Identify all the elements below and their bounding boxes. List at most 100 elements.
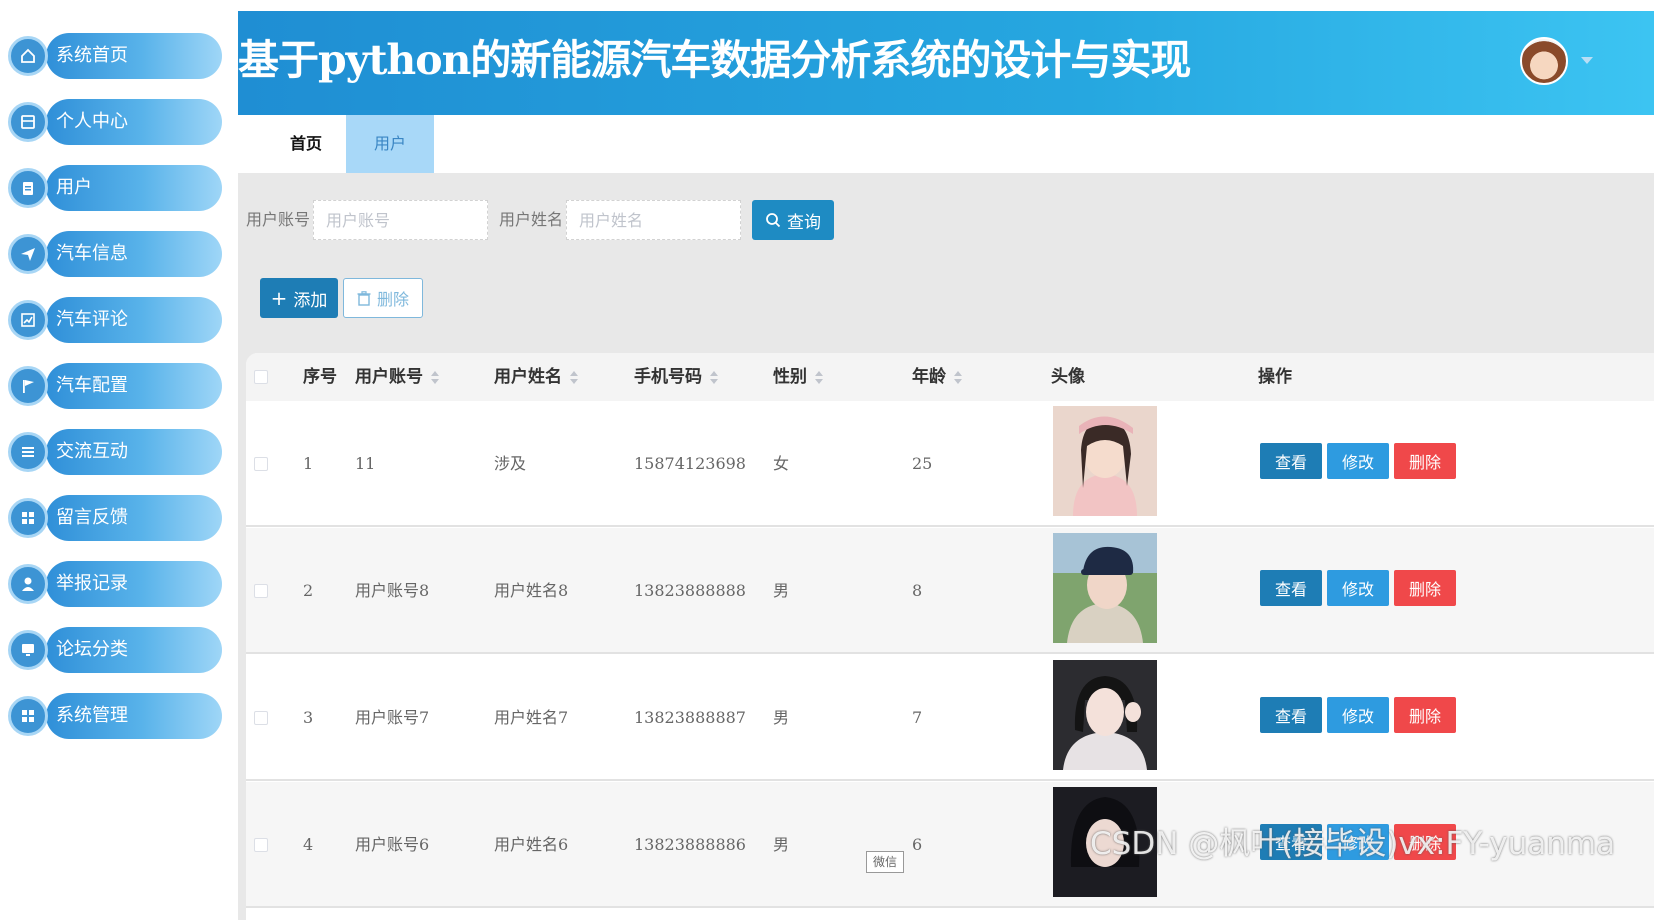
cell-account: 用户账号6 — [355, 835, 430, 854]
watermark: CSDN @枫叶(接毕设)vx:FY-yuanma — [1090, 826, 1616, 862]
grid-icon — [8, 498, 48, 538]
sidebar-item-car-info[interactable]: 汽车信息 — [8, 230, 222, 278]
cell-account: 用户账号7 — [355, 708, 430, 727]
query-button[interactable]: 查询 — [752, 200, 834, 240]
sidebar-item-label: 论坛分类 — [56, 639, 128, 660]
cell-age: 25 — [912, 454, 933, 473]
col-account[interactable]: 用户账号 — [355, 353, 439, 401]
edit-button[interactable]: 修改 — [1327, 697, 1389, 733]
sort-icon[interactable] — [710, 370, 718, 385]
avatar[interactable] — [1520, 37, 1568, 85]
sidebar-item-interaction[interactable]: 交流互动 — [8, 428, 222, 476]
sidebar-item-forum-category[interactable]: 论坛分类 — [8, 626, 222, 674]
view-button[interactable]: 查看 — [1260, 570, 1322, 606]
cell-name: 涉及 — [494, 454, 527, 473]
sidebar-item-feedback[interactable]: 留言反馈 — [8, 494, 222, 542]
trash-icon — [357, 290, 371, 306]
cell-index: 4 — [303, 835, 314, 854]
user-photo — [1053, 406, 1157, 516]
sort-icon[interactable] — [815, 370, 823, 385]
chevron-down-icon[interactable] — [1581, 57, 1593, 64]
edit-button[interactable]: 修改 — [1327, 570, 1389, 606]
user-icon — [8, 564, 48, 604]
main-content: 用户账号 用户姓名 查询 + 添加 删除 序号 用户账号 用户姓名 手机号码 性… — [238, 173, 1654, 920]
select-all-checkbox[interactable] — [254, 370, 268, 384]
tab-user[interactable]: 用户 — [346, 115, 434, 173]
profile-card-icon — [8, 102, 48, 142]
cell-name: 用户姓名8 — [494, 581, 569, 600]
cell-phone: 13823888886 — [634, 835, 746, 854]
sidebar-item-label: 个人中心 — [56, 111, 128, 132]
row-checkbox[interactable] — [254, 584, 268, 598]
search-icon — [766, 213, 781, 228]
sort-icon[interactable] — [570, 370, 578, 385]
add-button-label: 添加 — [293, 290, 328, 311]
sidebar-item-report[interactable]: 举报记录 — [8, 560, 222, 608]
batch-delete-button[interactable]: 删除 — [343, 278, 423, 318]
sidebar-item-system[interactable]: 系统管理 — [8, 692, 222, 740]
sidebar-item-label: 系统管理 — [56, 705, 128, 726]
account-search-input[interactable] — [313, 200, 488, 240]
cell-phone: 15874123698 — [634, 454, 746, 473]
row-checkbox[interactable] — [254, 711, 268, 725]
sidebar-item-user[interactable]: 用户 — [8, 164, 222, 212]
query-button-label: 查询 — [787, 212, 821, 233]
cell-gender: 女 — [773, 454, 790, 473]
table-header: 序号 用户账号 用户姓名 手机号码 性别 年龄 头像 操作 — [246, 353, 1654, 401]
cell-phone: 13823888887 — [634, 708, 746, 727]
cell-index: 3 — [303, 708, 314, 727]
name-label: 用户姓名 — [499, 210, 564, 229]
cell-age: 8 — [912, 581, 923, 600]
table-row: 3 用户账号7 用户姓名7 13823888887 男 7 查看 修改 删除 — [246, 655, 1654, 781]
delete-button[interactable]: 删除 — [1394, 570, 1456, 606]
monitor-icon — [8, 630, 48, 670]
list-icon — [8, 432, 48, 472]
paper-plane-icon — [8, 234, 48, 274]
col-phone[interactable]: 手机号码 — [634, 353, 718, 401]
home-icon — [8, 36, 48, 76]
col-gender[interactable]: 性别 — [773, 353, 823, 401]
cell-account: 11 — [355, 454, 376, 473]
sidebar-item-label: 汽车信息 — [56, 243, 128, 264]
name-search-input[interactable] — [566, 200, 741, 240]
delete-button[interactable]: 删除 — [1394, 697, 1456, 733]
page-title: 基于python的新能源汽车数据分析系统的设计与实现 — [238, 36, 1191, 84]
col-index: 序号 — [303, 367, 337, 387]
sidebar-item-car-config[interactable]: 汽车配置 — [8, 362, 222, 410]
tab-home[interactable]: 首页 — [266, 115, 346, 173]
cell-phone: 13823888888 — [634, 581, 746, 600]
sidebar-item-label: 留言反馈 — [56, 507, 128, 528]
cell-age: 7 — [912, 708, 923, 727]
account-label: 用户账号 — [246, 210, 311, 229]
cell-account: 用户账号8 — [355, 581, 430, 600]
sort-icon[interactable] — [431, 370, 439, 385]
sidebar-item-profile[interactable]: 个人中心 — [8, 98, 222, 146]
sidebar: 系统首页 个人中心 用户 汽车信息 汽车评论 汽车配置 交流互动 留言反馈 举报… — [0, 0, 238, 920]
row-checkbox[interactable] — [254, 838, 268, 852]
delete-button[interactable]: 删除 — [1394, 443, 1456, 479]
row-checkbox[interactable] — [254, 457, 268, 471]
header-bar: 基于python的新能源汽车数据分析系统的设计与实现 — [238, 11, 1654, 115]
add-button[interactable]: + 添加 — [260, 278, 338, 318]
sidebar-item-label: 交流互动 — [56, 441, 128, 462]
app-root: 系统首页 个人中心 用户 汽车信息 汽车评论 汽车配置 交流互动 留言反馈 举报… — [0, 0, 1658, 920]
col-name[interactable]: 用户姓名 — [494, 353, 578, 401]
sidebar-item-label: 用户 — [56, 177, 92, 198]
user-photo — [1053, 533, 1157, 643]
clipboard-icon — [8, 168, 48, 208]
sidebar-item-label: 汽车配置 — [56, 375, 128, 396]
sidebar-item-home[interactable]: 系统首页 — [8, 32, 222, 80]
sidebar-item-label: 举报记录 — [56, 573, 128, 594]
col-operation: 操作 — [1258, 367, 1292, 387]
plus-icon: + — [270, 286, 288, 310]
sidebar-item-label: 系统首页 — [56, 45, 128, 66]
grid-icon — [8, 696, 48, 736]
view-button[interactable]: 查看 — [1260, 697, 1322, 733]
sort-icon[interactable] — [954, 370, 962, 385]
view-button[interactable]: 查看 — [1260, 443, 1322, 479]
col-avatar: 头像 — [1051, 367, 1085, 387]
flag-icon — [8, 366, 48, 406]
edit-button[interactable]: 修改 — [1327, 443, 1389, 479]
col-age[interactable]: 年龄 — [912, 353, 962, 401]
sidebar-item-car-comment[interactable]: 汽车评论 — [8, 296, 222, 344]
